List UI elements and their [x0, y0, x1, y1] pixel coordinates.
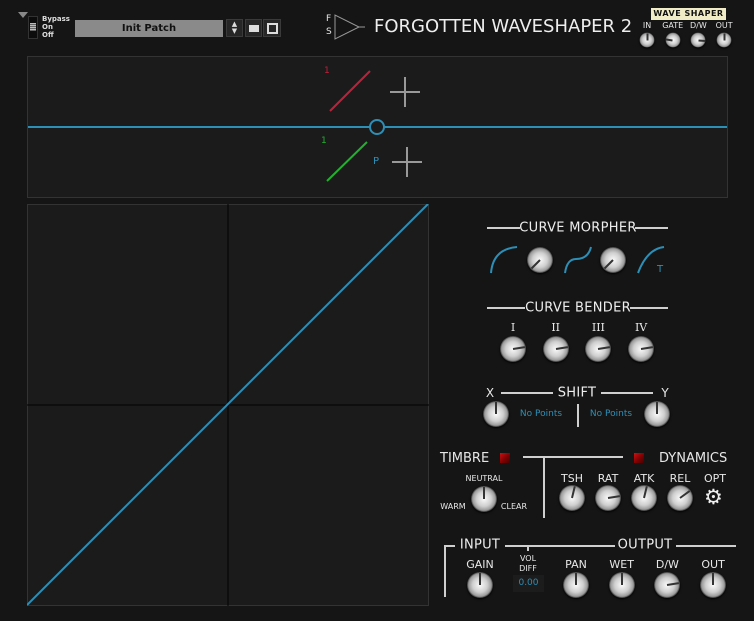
output-knob[interactable] — [608, 572, 635, 598]
vol-label: VOL — [519, 554, 537, 563]
opt-label: OPT — [703, 472, 727, 485]
output-knob-label: D/W — [655, 558, 679, 571]
marker-bottom: 1 — [321, 136, 327, 146]
timbre-neutral-label: NEUTRAL — [465, 474, 503, 483]
vol-diff-label: VOL DIFF — [519, 554, 537, 574]
dynamics-knob[interactable] — [667, 485, 693, 511]
output-title: OUTPUT — [617, 537, 673, 553]
gain-knob[interactable] — [467, 572, 493, 598]
timbre-title: TIMBRE — [440, 451, 490, 466]
diff-label: DIFF — [519, 564, 537, 573]
output-knob-label: OUT — [701, 558, 725, 571]
dynamics-knob[interactable] — [631, 485, 657, 511]
shift-x-points: No Points — [519, 409, 563, 419]
bender-knob[interactable] — [628, 336, 655, 362]
output-knob-label: WET — [609, 558, 634, 571]
display-overlay — [28, 70, 727, 182]
bender-label: III — [591, 321, 605, 334]
vol-diff-readout: 0.00 — [513, 575, 544, 592]
dynamics-knob-label: RAT — [597, 472, 619, 485]
bender-label: II — [551, 321, 561, 334]
shift-x-knob[interactable] — [483, 401, 509, 427]
timbre-clear-label: CLEAR — [500, 502, 528, 511]
morph-knob-1[interactable] — [527, 247, 553, 273]
crosshair-icon — [392, 147, 422, 177]
timbre-warm-label: WARM — [440, 502, 466, 511]
point-label: P — [373, 156, 380, 167]
dynamics-knob[interactable] — [595, 485, 621, 511]
red-trace — [329, 70, 371, 112]
timbre-knob[interactable] — [471, 486, 497, 512]
shift-title: SHIFT — [557, 385, 597, 401]
curve-bender-title: CURVE BENDER — [525, 300, 631, 316]
shift-y-label: Y — [661, 386, 669, 400]
output-knob[interactable] — [563, 572, 589, 598]
green-trace — [326, 141, 368, 182]
bender-label: I — [510, 321, 516, 334]
curve-shape-log-icon — [490, 246, 518, 274]
dynamics-knob-label: REL — [669, 472, 691, 485]
shift-y-knob[interactable] — [644, 401, 670, 427]
output-knob[interactable] — [654, 572, 681, 598]
curve-morpher-title: CURVE MORPHER — [519, 220, 637, 236]
dynamics-enable-led[interactable] — [634, 453, 644, 463]
marker-top: 1 — [324, 66, 330, 76]
shift-x-label: X — [485, 386, 495, 400]
gain-label: GAIN — [466, 558, 494, 571]
bender-knob[interactable] — [500, 336, 526, 362]
dynamics-knob-label: TSH — [561, 472, 583, 485]
curve-graph-overlay — [27, 204, 429, 606]
center-handle — [369, 119, 385, 135]
input-title: INPUT — [459, 537, 501, 553]
output-knob[interactable] — [700, 572, 727, 598]
t-label: T — [657, 264, 664, 275]
bender-label: IV — [634, 321, 648, 334]
crosshair-icon — [390, 77, 420, 107]
dynamics-knob[interactable] — [559, 485, 585, 511]
output-knob-label: PAN — [565, 558, 587, 571]
bender-knob[interactable] — [585, 336, 612, 362]
shift-y-points: No Points — [589, 409, 633, 419]
curve-shape-s-icon — [564, 246, 592, 274]
morph-knob-2[interactable] — [600, 247, 626, 273]
bender-knob[interactable] — [542, 336, 569, 362]
dynamics-title: DYNAMICS — [659, 451, 728, 466]
timbre-enable-led[interactable] — [500, 453, 510, 463]
settings-gear-icon[interactable]: ⚙ — [704, 486, 723, 508]
dynamics-knob-label: ATK — [633, 472, 655, 485]
